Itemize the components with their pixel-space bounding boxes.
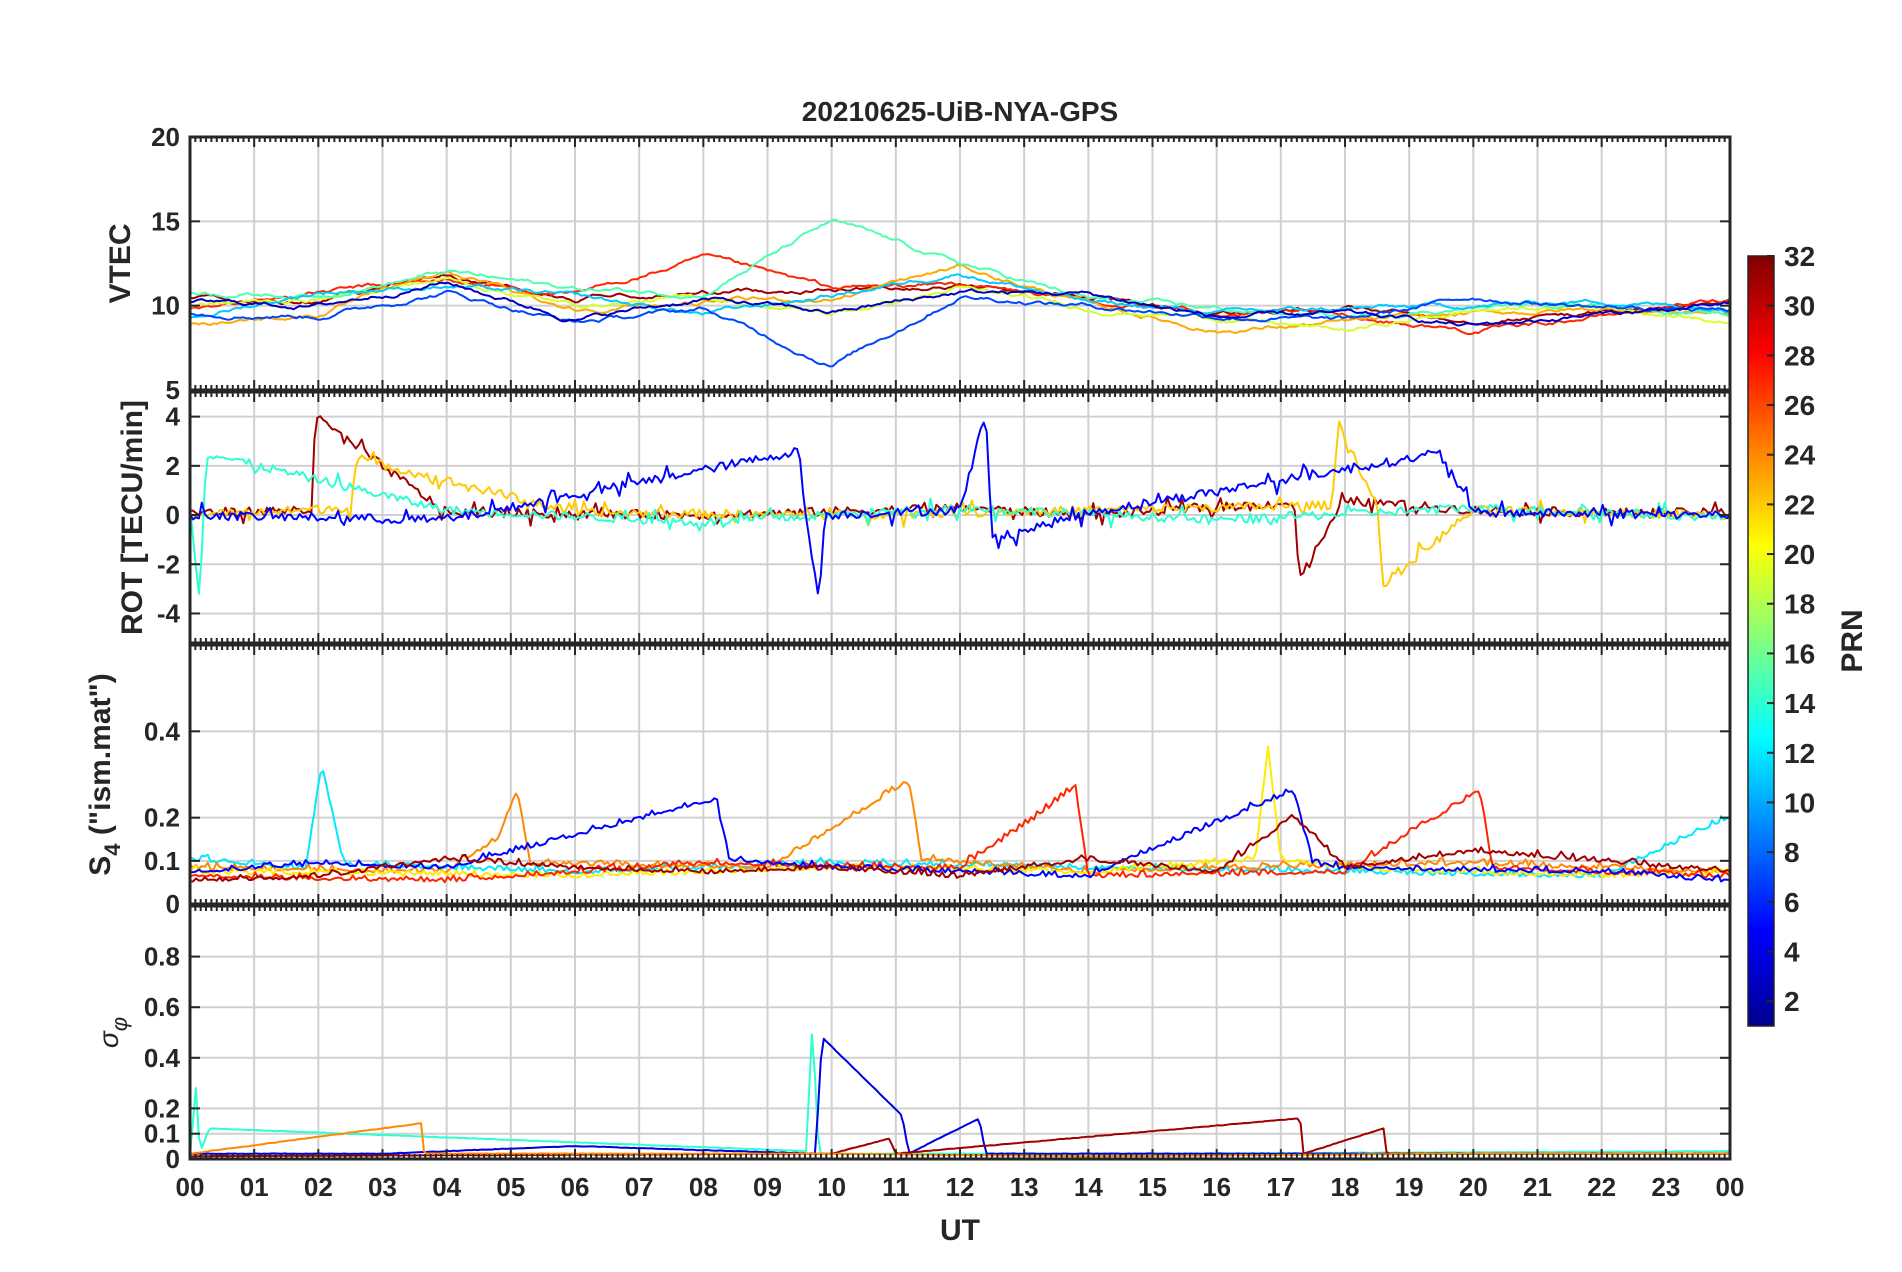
x-tick-label: 19 [1395, 1172, 1424, 1202]
x-tick-label: 21 [1523, 1172, 1552, 1202]
colorbar-tick-label: 14 [1784, 688, 1816, 719]
y-tick-label: 5 [166, 375, 180, 405]
panel-sigma_phi: 00.10.20.40.60.8σφ [93, 904, 1732, 1174]
colorbar-tick-label: 4 [1784, 936, 1800, 967]
panels: 5101520VTEC-4-2024ROT [TECU/min]00.10.20… [84, 122, 1732, 1174]
y-tick-label: 0.2 [144, 1093, 180, 1123]
panel-vtec: 5 10 15 20 VTEC [104, 122, 1732, 405]
x-tick-label: 14 [1074, 1172, 1103, 1202]
y-tick-label: 0 [166, 500, 180, 530]
x-tick-label: 10 [817, 1172, 846, 1202]
y-axis-label: ROT [TECU/min] [116, 400, 149, 635]
y-axis-label-rest: ("ism.mat") [84, 673, 117, 843]
x-tick-label: 18 [1331, 1172, 1360, 1202]
colorbar-tick-label: 32 [1784, 241, 1815, 272]
colorbar-tick-label: 22 [1784, 489, 1815, 520]
x-tick-label: 04 [432, 1172, 461, 1202]
y-tick-label: 0.2 [144, 803, 180, 833]
y-tick-label: 10 [151, 291, 180, 321]
x-tick-label: 15 [1138, 1172, 1167, 1202]
x-tick-label: 06 [561, 1172, 590, 1202]
x-tick-label: 22 [1587, 1172, 1616, 1202]
colorbar-tick-label: 20 [1784, 539, 1815, 570]
colorbar-tick-label: 16 [1784, 638, 1815, 669]
colorbar-tick-label: 6 [1784, 887, 1800, 918]
y-tick-label: 0.4 [144, 1043, 181, 1073]
y-tick-label: 0.6 [144, 992, 180, 1022]
y-axis-label-subscript: φ [107, 1017, 132, 1031]
colorbar-tick-label: 12 [1784, 738, 1815, 769]
x-axis: UT 00 01 02 03 04 05 06 07 08 09 10 11 12 13 14 15 16 17 1… [176, 1172, 1745, 1247]
y-tick-label: 0.1 [144, 846, 180, 876]
x-tick-label: 20 [1459, 1172, 1488, 1202]
x-axis-label: UT [940, 1214, 980, 1247]
x-tick-label: 03 [368, 1172, 397, 1202]
chart-title: 20210625-UiB-NYA-GPS [802, 96, 1118, 127]
x-tick-label: 17 [1266, 1172, 1295, 1202]
colorbar-tick-label: 28 [1784, 340, 1815, 371]
panel-s4: 0 0.1 0.2 0.4 S4 ("ism.mat") [84, 643, 1732, 919]
x-tick-label: 23 [1651, 1172, 1680, 1202]
x-tick-label: 05 [496, 1172, 525, 1202]
colorbar-tick-label: 18 [1784, 589, 1815, 620]
colorbar-label: PRN [1836, 609, 1869, 672]
y-tick-label: 2 [166, 451, 180, 481]
x-tick-label: 16 [1202, 1172, 1231, 1202]
colorbar-tick-label: 26 [1784, 390, 1815, 421]
y-tick-label: 0.4 [144, 716, 181, 746]
x-tick-label: 02 [304, 1172, 333, 1202]
colorbar-gradient [1747, 255, 1775, 1027]
x-tick-label: 00 [1716, 1172, 1745, 1202]
x-tick-label: 01 [240, 1172, 269, 1202]
y-tick-label: 15 [151, 206, 180, 236]
x-tick-label: 08 [689, 1172, 718, 1202]
y-axis-label-subscript: 4 [100, 843, 125, 856]
y-tick-label: 0 [166, 889, 180, 919]
colorbar-tick-label: 10 [1784, 787, 1815, 818]
colorbar-tick-label: 8 [1784, 837, 1800, 868]
y-tick-label: 4 [166, 402, 181, 432]
x-tick-label: 11 [882, 1172, 910, 1202]
y-axis-label-main: σ [93, 1030, 124, 1048]
x-tick-label: 12 [946, 1172, 975, 1202]
x-tick-label: 13 [1010, 1172, 1039, 1202]
y-axis-label: σφ [93, 1017, 132, 1048]
panel-rot: -4 -2 0 2 4 ROT [TECU/min] [116, 390, 1732, 645]
colorbar-tick-label: 2 [1784, 986, 1800, 1017]
y-tick-label: -2 [157, 549, 180, 579]
y-axis-label: VTEC [104, 223, 137, 303]
x-tick-label: 07 [625, 1172, 654, 1202]
x-tick-label: 09 [753, 1172, 782, 1202]
x-tick-label: 00 [176, 1172, 205, 1202]
figure: 20210625-UiB-NYA-GPS 5101520VTEC-4-2024R… [84, 96, 1869, 1247]
y-tick-label: 20 [151, 122, 180, 152]
y-tick-label: 0.8 [144, 942, 180, 972]
y-tick-label: -4 [157, 598, 181, 628]
colorbar-tick-label: 24 [1784, 440, 1816, 471]
y-axis-label-main: S [84, 856, 117, 876]
y-axis-label: S4 ("ism.mat") [84, 673, 125, 875]
colorbar-tick-label: 30 [1784, 291, 1815, 322]
colorbar: PRN 2468101214161820222426283032 [1747, 241, 1869, 1027]
